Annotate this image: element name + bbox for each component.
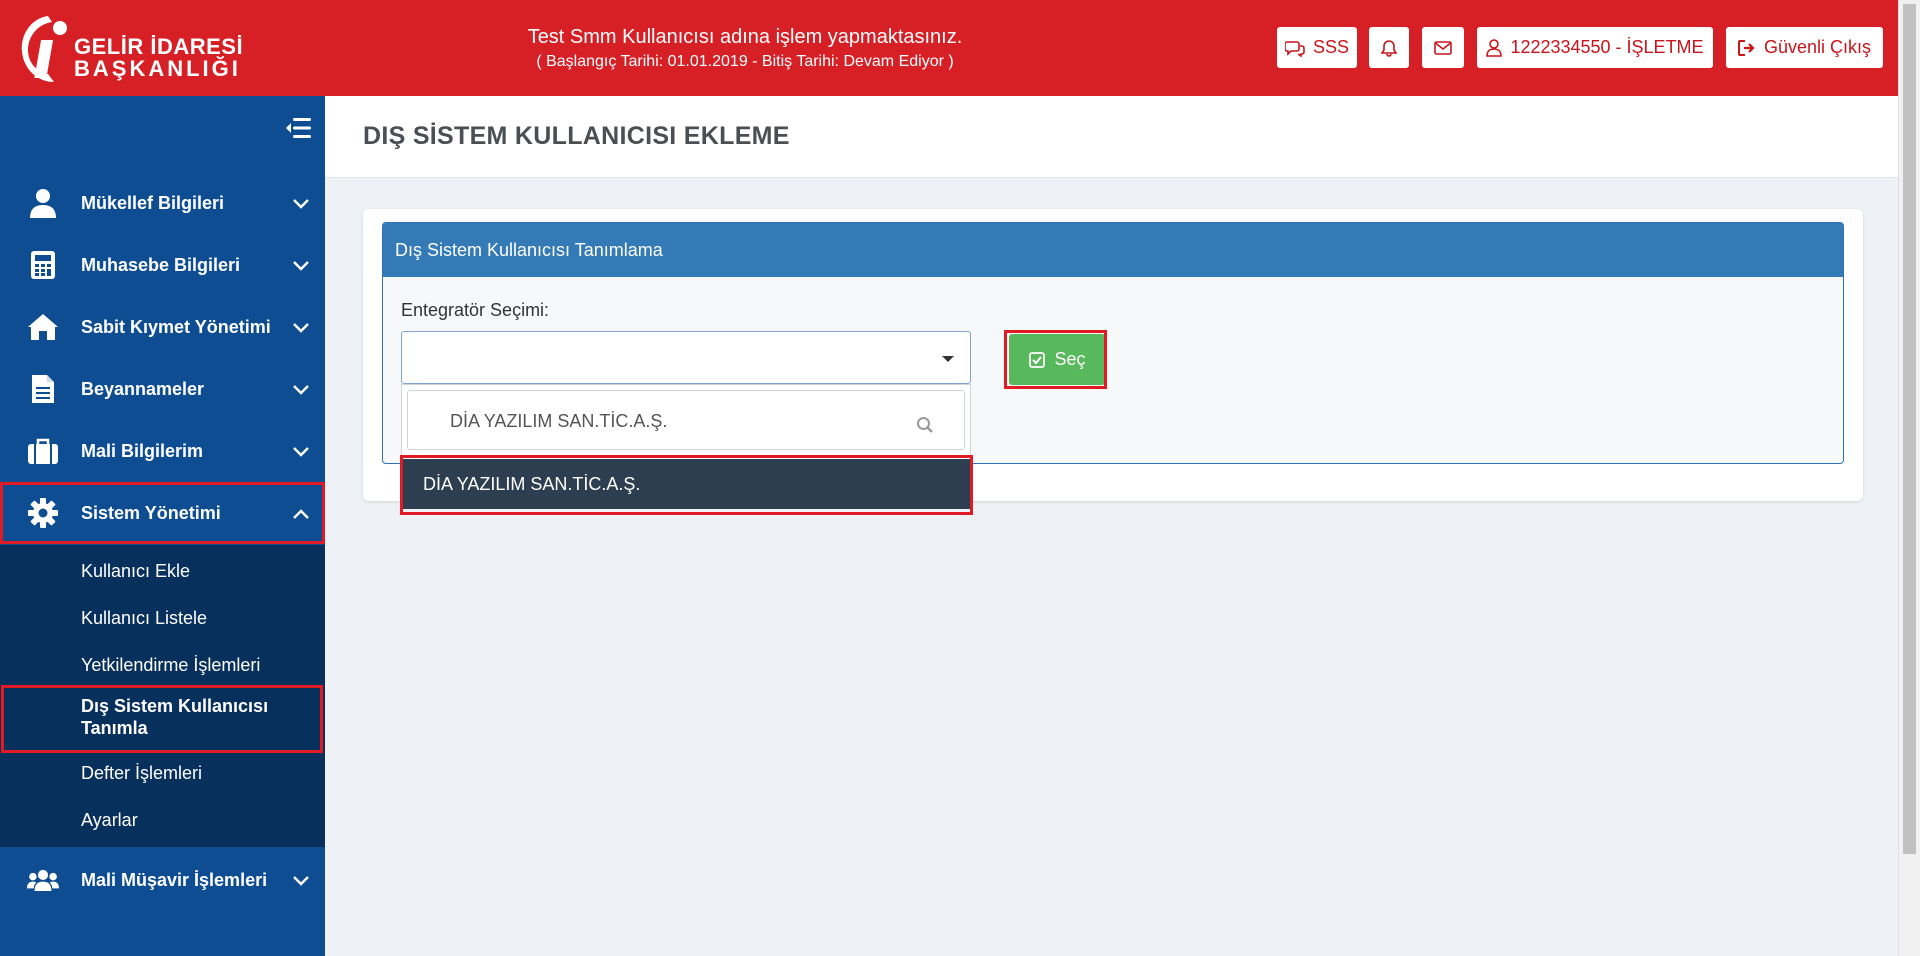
user-account-label: 1222334550 - İŞLETME <box>1510 37 1704 57</box>
submenu-item-ledger-operations[interactable]: Defter İşlemleri <box>81 763 202 784</box>
panel-title: Dış Sistem Kullanıcısı Tanımlama <box>383 223 1843 277</box>
sidebar-item-advisor-operations[interactable]: Mali Müşavir İşlemleri <box>0 849 325 911</box>
chevron-down-icon <box>293 323 309 333</box>
submenu-item-settings[interactable]: Ayarlar <box>81 810 138 831</box>
faq-label: SSS <box>1312 37 1350 57</box>
integrator-label: Entegratör Seçimi: <box>401 300 550 320</box>
sidebar-item-label: Beyannameler <box>81 378 205 399</box>
highlight-frame-option <box>400 455 973 515</box>
chevron-down-icon <box>293 199 309 209</box>
calculator-icon <box>27 249 59 281</box>
page-title-bar: DIŞ SİSTEM KULLANICISI EKLEME <box>325 96 1898 178</box>
sidebar-item-label: Mali Müşavir İşlemleri <box>81 869 268 890</box>
chevron-down-icon <box>293 876 309 886</box>
submenu-item-list-users[interactable]: Kullanıcı Listele <box>81 608 207 629</box>
submenu-item-authorization[interactable]: Yetkilendirme İşlemleri <box>81 655 260 676</box>
sidebar-item-label: Mali Bilgilerim <box>81 440 204 461</box>
chevron-down-icon <box>293 261 309 271</box>
notice-line-2: ( Başlangıç Tarihi: 01.01.2019 - Bitiş T… <box>536 53 954 70</box>
top-header: GELİR İDARESİ BAŞKANLIĞI Test Smm Kullan… <box>0 0 1898 96</box>
home-icon <box>27 311 59 343</box>
search-icon <box>917 417 933 433</box>
user-account-button[interactable]: 1222334550 - İŞLETME <box>1477 27 1713 68</box>
sidebar-item-accounting-info[interactable]: Muhasebe Bilgileri <box>0 234 325 296</box>
highlight-frame-select-button <box>1004 330 1107 389</box>
highlight-frame-external-user <box>1 685 323 753</box>
user-icon <box>1486 38 1503 57</box>
sign-out-icon <box>1737 39 1755 56</box>
sidebar-item-label: Sabit Kıymet Yönetimi <box>81 316 271 337</box>
sidebar-item-label: Mükellef Bilgileri <box>81 192 225 213</box>
faq-button[interactable]: SSS <box>1277 27 1357 68</box>
sidebar: Mükellef Bilgileri Muhasebe Bilgileri Sa… <box>0 96 325 956</box>
gib-logo-mark <box>21 16 67 82</box>
highlight-frame-system-management <box>0 482 325 544</box>
gib-logo-text: GELİR İDARESİ BAŞKANLIĞI <box>74 34 244 81</box>
sidebar-item-fixed-assets[interactable]: Sabit Kıymet Yönetimi <box>0 296 325 358</box>
sidebar-item-financial-info[interactable]: Mali Bilgilerim <box>0 420 325 482</box>
briefcase-icon <box>27 435 59 467</box>
notifications-button[interactable] <box>1369 27 1409 68</box>
logout-button[interactable]: Güvenli Çıkış <box>1726 27 1883 68</box>
document-icon <box>27 373 59 405</box>
menu-collapse-icon <box>286 118 311 138</box>
sidebar-item-taxpayer-info[interactable]: Mükellef Bilgileri <box>0 172 325 234</box>
caret-down-icon <box>942 356 954 362</box>
search-input-text: DİA YAZILIM SAN.TİC.A.Ş. <box>450 411 667 432</box>
bell-icon <box>1381 39 1397 57</box>
user-icon <box>27 187 59 219</box>
search-value: DİA YAZILIM SAN.TİC.A.Ş. <box>450 411 668 431</box>
gib-logo[interactable]: GELİR İDARESİ BAŞKANLIĞI <box>18 12 248 86</box>
scrollbar-thumb[interactable] <box>1903 4 1916 854</box>
acting-user-notice: Test Smm Kullanıcısı adına işlem yapmakt… <box>420 26 1070 71</box>
integrator-search-input[interactable]: DİA YAZILIM SAN.TİC.A.Ş. <box>407 390 965 450</box>
messages-button[interactable] <box>1422 27 1464 68</box>
page-scrollbar[interactable] <box>1898 0 1920 956</box>
notice-line-1: Test Smm Kullanıcısı adına işlem yapmakt… <box>527 26 963 48</box>
envelope-icon <box>1434 40 1452 55</box>
chevron-down-icon <box>293 447 309 457</box>
users-icon <box>27 864 59 896</box>
sidebar-item-label: Muhasebe Bilgileri <box>81 254 241 275</box>
page-title: DIŞ SİSTEM KULLANICISI EKLEME <box>363 122 790 150</box>
integrator-select[interactable] <box>401 331 971 384</box>
sidebar-item-declarations[interactable]: Beyannameler <box>0 358 325 420</box>
chat-icon <box>1284 40 1305 57</box>
submenu-item-add-user[interactable]: Kullanıcı Ekle <box>81 561 190 582</box>
chevron-down-icon <box>293 385 309 395</box>
sidebar-toggle-button[interactable] <box>285 116 313 145</box>
logout-label: Güvenli Çıkış <box>1763 37 1872 57</box>
